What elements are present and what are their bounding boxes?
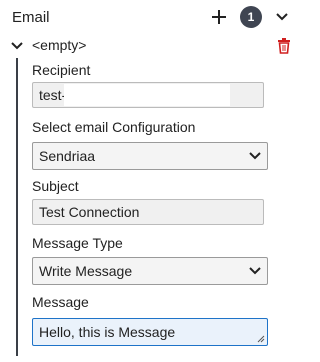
subject-input[interactable]: Test Connection	[32, 199, 264, 225]
config-select-value: Sendriaa	[39, 148, 96, 164]
plus-icon[interactable]	[210, 8, 228, 26]
redaction-mask	[64, 84, 230, 106]
chevron-down-icon	[249, 267, 261, 275]
chevron-down-icon[interactable]	[274, 10, 290, 24]
message-type-label: Message Type	[32, 235, 123, 251]
message-type-select-value: Write Message	[39, 263, 133, 279]
section-title: Email	[12, 9, 50, 26]
item-title: <empty>	[32, 37, 87, 53]
trash-icon[interactable]	[277, 38, 291, 54]
subject-label: Subject	[32, 178, 79, 194]
section-header: Email 1	[0, 0, 297, 36]
config-label: Select email Configuration	[32, 119, 196, 135]
message-textarea[interactable]: Hello, this is Message	[32, 318, 268, 346]
chevron-down-icon	[249, 152, 261, 160]
message-type-select[interactable]: Write Message	[32, 257, 268, 285]
message-text: Hello, this is Message	[39, 324, 176, 340]
message-label: Message	[32, 294, 89, 310]
tree-line	[16, 58, 18, 356]
config-select[interactable]: Sendriaa	[32, 142, 268, 170]
item-header: <empty>	[0, 36, 297, 56]
chevron-down-icon[interactable]	[10, 40, 24, 52]
resize-grip-icon[interactable]	[257, 335, 265, 343]
count-badge: 1	[240, 6, 262, 28]
recipient-label: Recipient	[32, 62, 91, 78]
